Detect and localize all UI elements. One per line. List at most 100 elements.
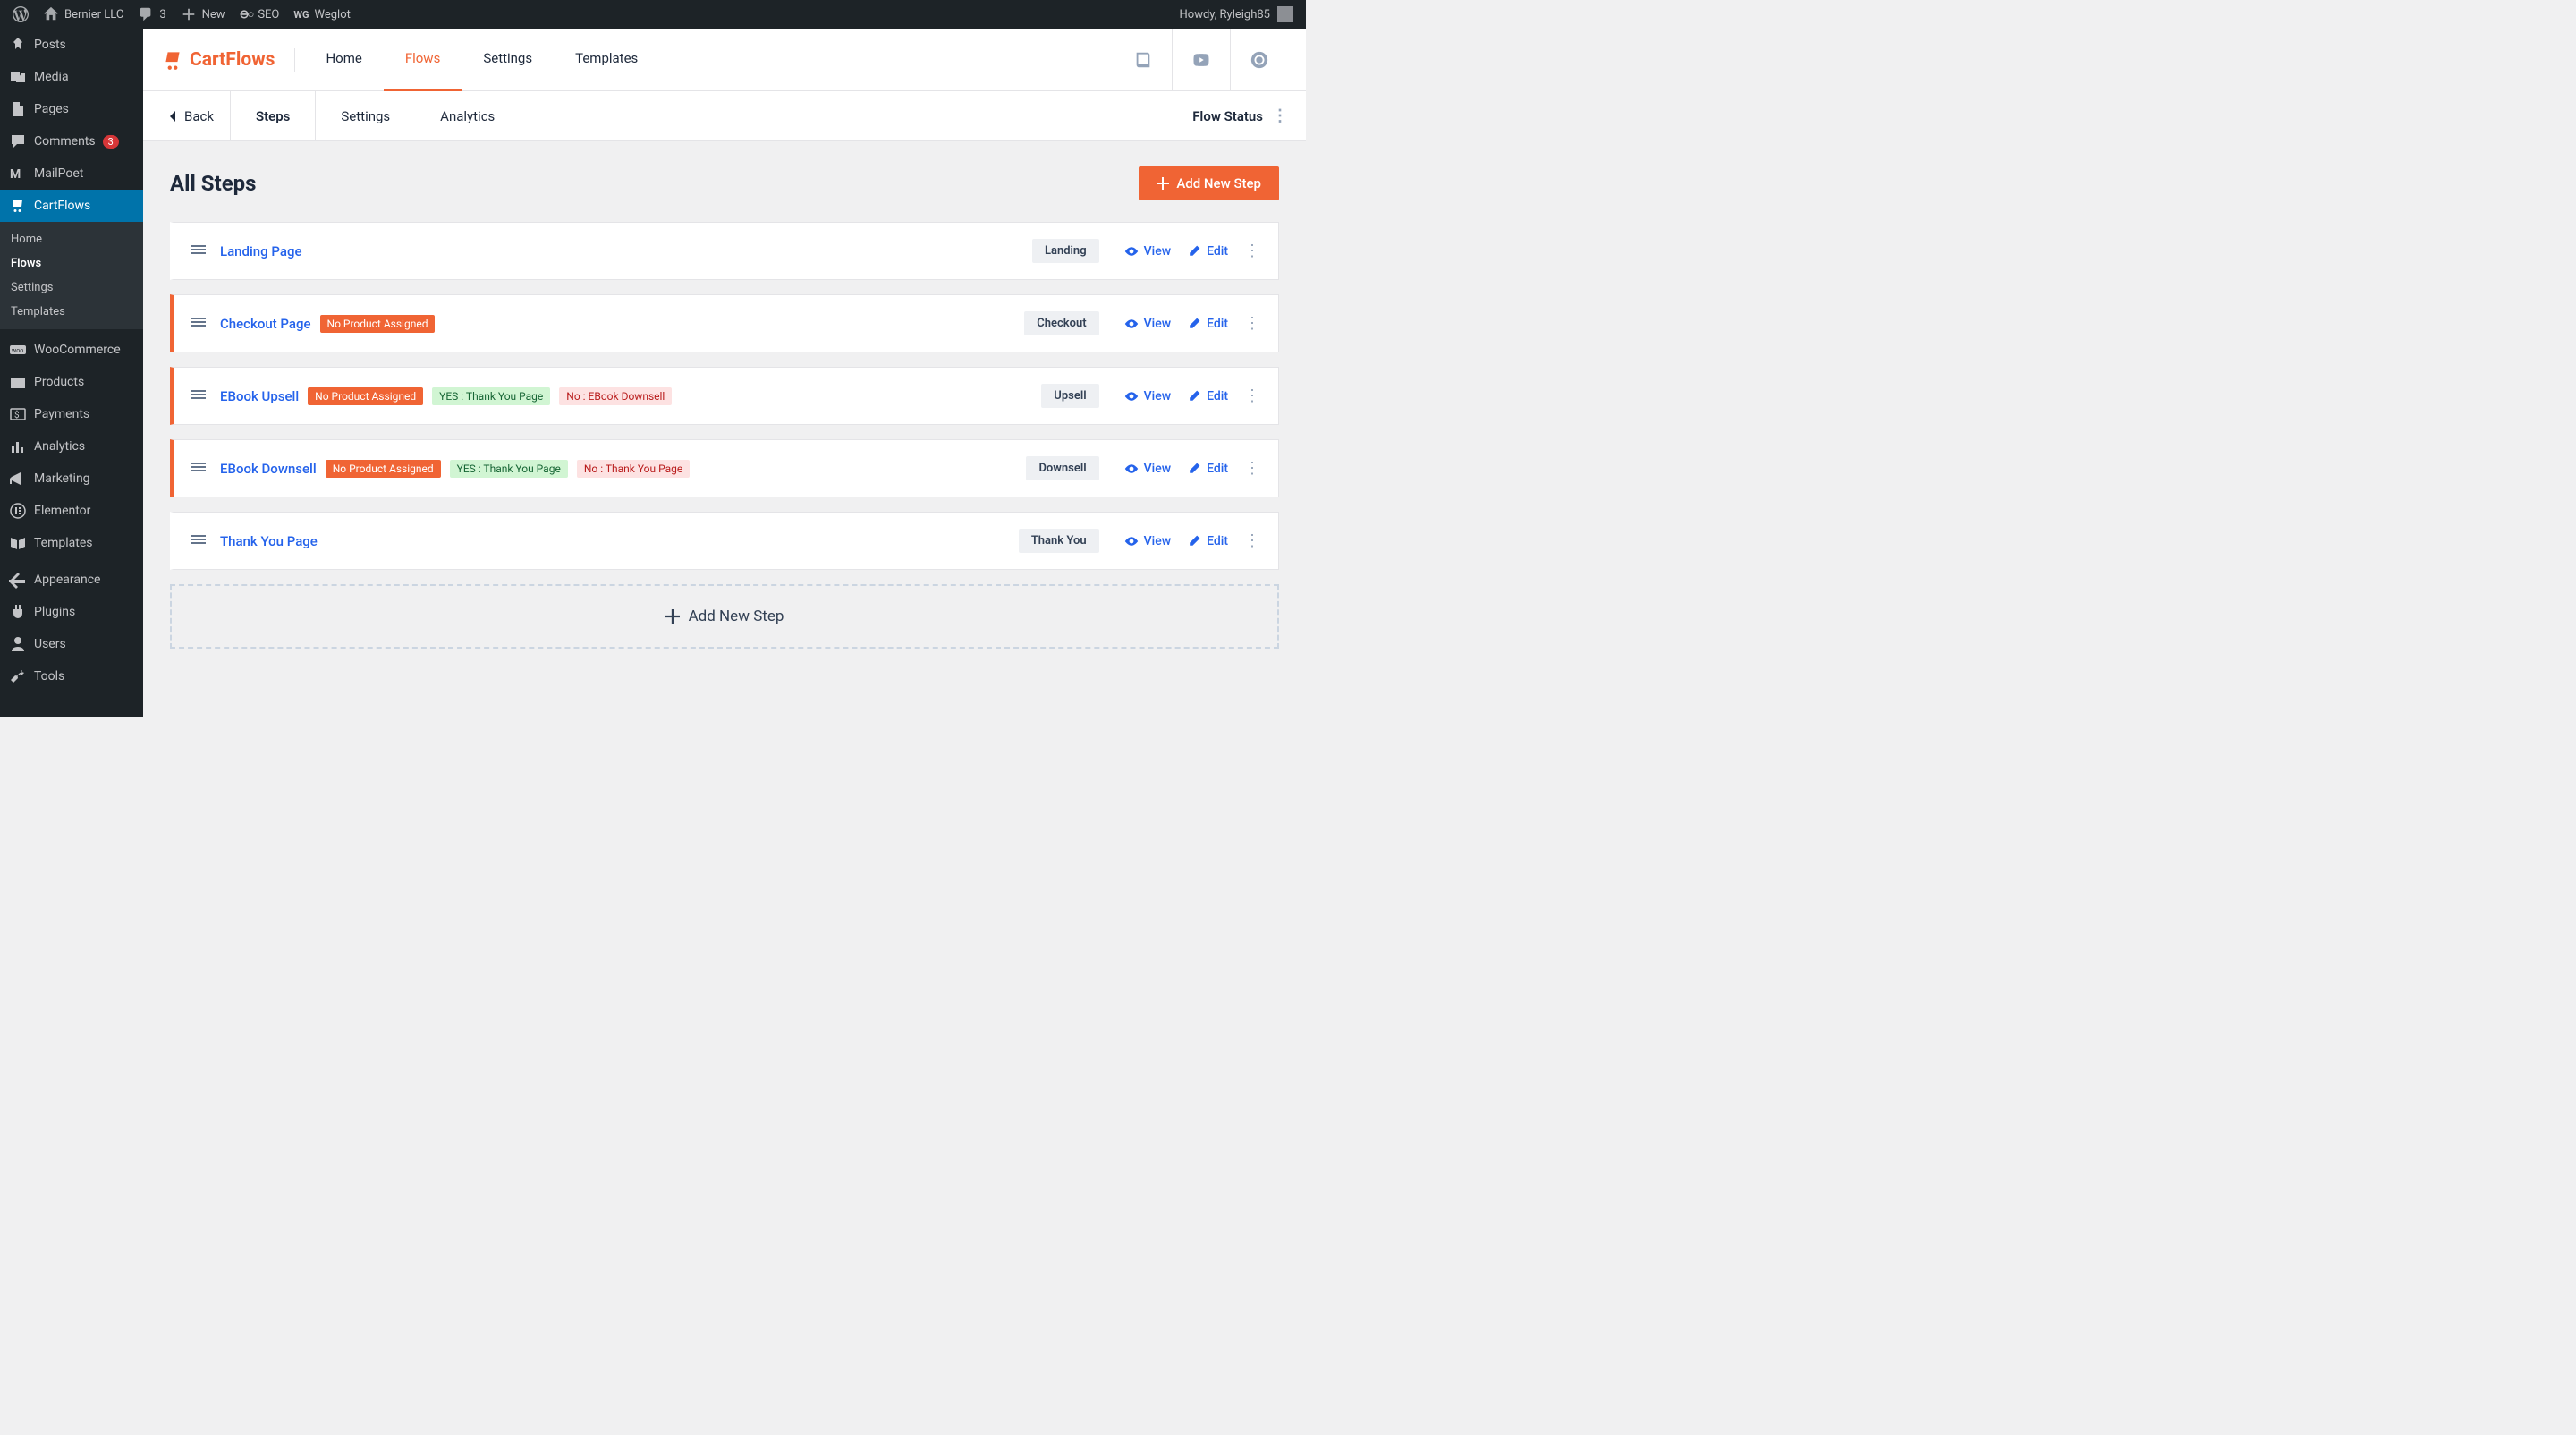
eye-icon [1124, 317, 1139, 331]
view-button[interactable]: View [1124, 244, 1172, 259]
view-button[interactable]: View [1124, 317, 1172, 331]
step-more-icon[interactable]: ⋮ [1244, 531, 1260, 550]
step-more-icon[interactable]: ⋮ [1244, 459, 1260, 478]
appearance-icon [9, 571, 27, 589]
eye-icon [1124, 462, 1139, 476]
sidebar-item-mailpoet[interactable]: MMailPoet [0, 157, 143, 190]
pin-icon [9, 36, 27, 54]
view-button[interactable]: View [1124, 534, 1172, 548]
docs-icon-button[interactable] [1114, 29, 1172, 91]
step-title-link[interactable]: EBook Upsell [220, 388, 299, 404]
back-button[interactable]: Back [161, 91, 231, 141]
wp-logo[interactable] [5, 0, 36, 29]
view-button[interactable]: View [1124, 462, 1172, 476]
sidebar-item-users[interactable]: Users [0, 628, 143, 660]
book-icon [1133, 50, 1153, 70]
flow-tab-steps[interactable]: Steps [231, 91, 316, 141]
edit-button[interactable]: Edit [1187, 244, 1228, 259]
cf-nav-settings[interactable]: Settings [462, 29, 554, 91]
sidebar-item-cartflows[interactable]: CartFlows [0, 190, 143, 222]
sidebar-item-products[interactable]: Products [0, 366, 143, 398]
sidebar-item-label: Media [34, 70, 69, 84]
sidebar-item-pages[interactable]: Pages [0, 93, 143, 125]
help-icon-button[interactable] [1230, 29, 1288, 91]
cartflows-logo[interactable]: CartFlows [161, 48, 295, 72]
svg-text:woo: woo [12, 347, 23, 354]
submenu-item-templates[interactable]: Templates [0, 300, 143, 324]
admin-weglot[interactable]: WG Weglot [286, 0, 357, 29]
sidebar-item-label: WooCommerce [34, 343, 121, 357]
weglot-label: Weglot [315, 8, 351, 21]
cartflows-logo-icon [161, 48, 184, 72]
admin-seo[interactable]: ⊖○ SEO [233, 0, 287, 29]
user-avatar[interactable] [1277, 6, 1293, 22]
sidebar-item-woocommerce[interactable]: woo WooCommerce [0, 334, 143, 366]
brand-text: CartFlows [190, 49, 275, 71]
cf-nav-home[interactable]: Home [304, 29, 383, 91]
cf-nav-flows[interactable]: Flows [384, 29, 462, 91]
lifebuoy-icon [1250, 50, 1269, 70]
edit-button[interactable]: Edit [1187, 534, 1228, 548]
youtube-icon-button[interactable] [1172, 29, 1230, 91]
comment-icon [138, 6, 154, 22]
step-more-icon[interactable]: ⋮ [1244, 386, 1260, 405]
admin-new[interactable]: New [174, 0, 233, 29]
edit-button[interactable]: Edit [1187, 317, 1228, 331]
sidebar-item-marketing[interactable]: Marketing [0, 463, 143, 495]
sidebar-item-label: Comments [34, 134, 96, 149]
drag-handle-icon[interactable] [191, 315, 206, 333]
step-more-icon[interactable]: ⋮ [1244, 242, 1260, 260]
drag-handle-icon[interactable] [191, 532, 206, 550]
sidebar-item-appearance[interactable]: Appearance [0, 564, 143, 596]
drag-handle-icon[interactable] [191, 242, 206, 260]
sidebar-item-label: Analytics [34, 439, 85, 454]
admin-comments[interactable]: 3 [131, 0, 173, 29]
step-tag: No Product Assigned [308, 387, 423, 405]
flow-status: Flow Status ⋮ [1192, 106, 1288, 125]
sidebar-item-analytics[interactable]: Analytics [0, 430, 143, 463]
sidebar-item-media[interactable]: Media [0, 61, 143, 93]
howdy-text[interactable]: Howdy, Ryleigh85 [1180, 8, 1271, 21]
step-title-link[interactable]: Thank You Page [220, 533, 318, 549]
products-icon [9, 373, 27, 391]
step-row: Thank You Page Thank You View Edit ⋮ [170, 512, 1279, 570]
sidebar-item-posts[interactable]: Posts [0, 29, 143, 61]
step-type-badge: Thank You [1019, 529, 1099, 553]
flow-status-more-icon[interactable]: ⋮ [1272, 106, 1288, 125]
sidebar-item-elementor[interactable]: Elementor [0, 495, 143, 527]
edit-button[interactable]: Edit [1187, 389, 1228, 403]
sidebar-item-label: Posts [34, 38, 66, 52]
sidebar-item-plugins[interactable]: Plugins [0, 596, 143, 628]
view-button[interactable]: View [1124, 389, 1172, 403]
edit-button[interactable]: Edit [1187, 462, 1228, 476]
add-new-step-button[interactable]: Add New Step [1139, 166, 1279, 200]
submenu-item-flows[interactable]: Flows [0, 251, 143, 276]
step-title-link[interactable]: Checkout Page [220, 316, 311, 332]
plugins-icon [9, 603, 27, 621]
sidebar-item-payments[interactable]: $Payments [0, 398, 143, 430]
cartflows-icon [9, 197, 27, 215]
sidebar-item-label: Elementor [34, 504, 90, 518]
step-more-icon[interactable]: ⋮ [1244, 314, 1260, 333]
flow-tab-settings[interactable]: Settings [316, 91, 415, 141]
users-icon [9, 635, 27, 653]
cf-nav-templates[interactable]: Templates [554, 29, 659, 91]
woo-icon: woo [9, 341, 27, 359]
sidebar-item-comments[interactable]: Comments3 [0, 125, 143, 157]
submenu-item-settings[interactable]: Settings [0, 276, 143, 300]
step-title-link[interactable]: EBook Downsell [220, 461, 317, 477]
drag-handle-icon[interactable] [191, 460, 206, 478]
step-type-badge: Landing [1032, 239, 1099, 263]
flow-tab-analytics[interactable]: Analytics [415, 91, 520, 141]
site-name[interactable]: Bernier LLC [36, 0, 131, 29]
wp-admin-bar: Bernier LLC 3 New ⊖○ SEO WG Weglot Howdy… [0, 0, 1306, 29]
sidebar-item-tools[interactable]: Tools [0, 660, 143, 692]
add-new-step-placeholder[interactable]: Add New Step [170, 584, 1279, 649]
tools-icon [9, 667, 27, 685]
sidebar-item-label: Templates [34, 536, 93, 550]
page-title: All Steps [170, 171, 256, 196]
drag-handle-icon[interactable] [191, 387, 206, 405]
step-title-link[interactable]: Landing Page [220, 243, 302, 259]
sidebar-item-templates[interactable]: Templates [0, 527, 143, 559]
submenu-item-home[interactable]: Home [0, 227, 143, 251]
